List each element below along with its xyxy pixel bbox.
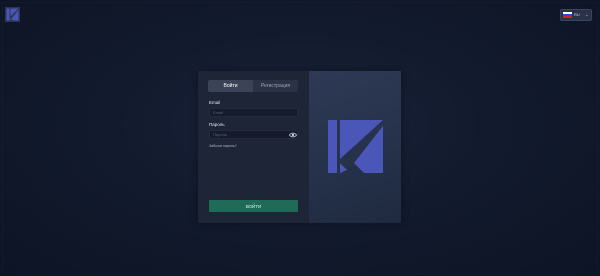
login-submit-button[interactable]: ВОЙТИ — [209, 200, 298, 212]
auth-tabs: Войти Регистрация — [208, 80, 298, 92]
russia-flag-icon — [563, 12, 572, 18]
language-selector[interactable]: RU ⌄ — [560, 9, 592, 21]
email-label: Email — [209, 100, 221, 105]
tab-login[interactable]: Войти — [208, 80, 253, 92]
brand-logo-large-icon — [328, 120, 383, 173]
chevron-down-icon: ⌄ — [584, 11, 589, 18]
password-field[interactable] — [209, 130, 298, 139]
flag-stripe-red — [563, 16, 572, 18]
forgot-password-link[interactable]: Забыли пароль? — [209, 144, 237, 148]
brand-logo-icon[interactable] — [5, 7, 20, 22]
email-field[interactable] — [209, 108, 298, 117]
tab-register[interactable]: Регистрация — [253, 80, 298, 92]
language-code: RU — [574, 12, 580, 17]
password-label: Пароль — [209, 122, 225, 127]
eye-icon[interactable] — [289, 132, 297, 138]
